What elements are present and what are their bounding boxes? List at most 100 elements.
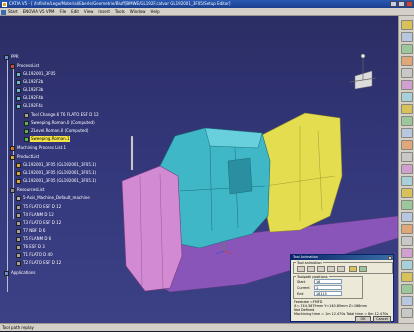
tree-item-gl192f4c[interactable]: GL192F4c	[16, 103, 44, 109]
menu-help[interactable]: Help	[151, 9, 160, 14]
tree-item-tool-t3[interactable]: T3 FLATO ESF D 12	[16, 220, 62, 226]
tree-item-gl192001[interactable]: GL192001_3F05	[16, 71, 57, 77]
tree-item-tool-t2[interactable]: T2 FLATO ESF D 12	[16, 260, 62, 266]
tool-animation-dialog: Tool Animation Tool animation Toolpath p…	[290, 254, 394, 322]
simulate-tool-icon[interactable]	[401, 212, 413, 222]
tree-item-tool-t6[interactable]: T6 ESF D 3	[16, 244, 46, 250]
play-button[interactable]	[317, 266, 325, 272]
analysis-tool-icon[interactable]	[401, 248, 413, 258]
profile-tool-icon[interactable]	[401, 92, 413, 102]
part-icon	[16, 170, 21, 176]
zlevel-icon	[24, 128, 29, 134]
tree-item-machining-process[interactable]: Machining Process List.1	[10, 145, 67, 151]
sketch-tool-icon[interactable]	[401, 32, 413, 42]
tree-item-tool-change[interactable]: Tool Change.6 T6 FLATO ESF D 12	[24, 112, 100, 118]
rewind-button[interactable]	[297, 266, 305, 272]
tree-item-tool-t1[interactable]: T1 FLATO D 40	[16, 252, 54, 258]
sweeping-icon	[24, 120, 29, 126]
current-label: Current	[297, 286, 310, 290]
tool-change-icon[interactable]	[401, 188, 413, 198]
tree-item-product-2[interactable]: GL192001_3F05 (GL192001_3F05.1)	[16, 170, 97, 176]
view-tool-icon[interactable]	[401, 272, 413, 282]
minimize-button[interactable]	[390, 1, 397, 7]
tree-item-ppr[interactable]: PPR	[4, 54, 20, 60]
contour-tool-icon[interactable]	[401, 140, 413, 150]
part-region-yellow	[259, 112, 343, 233]
tree-item-tool-t7[interactable]: T7 NBF D 6	[16, 228, 46, 234]
drill-tool-icon[interactable]	[401, 56, 413, 66]
menu-insert[interactable]: Insert	[98, 9, 109, 14]
close-window-button[interactable]	[406, 1, 413, 7]
animation-group: Tool animation	[293, 261, 393, 274]
menu-window[interactable]: Window	[130, 9, 146, 14]
tree-item-machine[interactable]: 5-Axis_Machine_Default_machine	[16, 195, 91, 201]
step-forward-button[interactable]	[327, 266, 335, 272]
window-title: CATIA V5 - [ /Infinite/Lego/Material/Ebe…	[9, 1, 231, 6]
tree-item-gl192f4b[interactable]: GL192F4b	[16, 95, 44, 101]
toolpath-positions-group: Toolpath positions Start 16 Current 1 En…	[293, 275, 363, 299]
ppr-icon	[4, 54, 9, 60]
ok-button[interactable]: OK	[355, 316, 371, 322]
dialog-title: Tool Animation	[291, 255, 393, 260]
facing-tool-icon[interactable]	[401, 104, 413, 114]
tree-item-tool-t5b[interactable]: T5 FLANM D 6	[16, 236, 52, 242]
path-display-button[interactable]	[359, 266, 367, 272]
menu-view[interactable]: View	[84, 9, 94, 14]
select-tool-icon[interactable]	[401, 20, 413, 30]
operation-tool-icon[interactable]	[401, 44, 413, 54]
pocket-tool-icon[interactable]	[401, 80, 413, 90]
menu-enovia[interactable]: ENOVIA V5 VPM	[23, 9, 55, 14]
nc-output-icon[interactable]	[401, 224, 413, 234]
tree-item-applications[interactable]: Applications	[4, 270, 36, 276]
sweeping-tool-icon[interactable]	[401, 116, 413, 126]
tree-item-zlevel-0[interactable]: ZLevel.Roman.0 (Computed)	[24, 128, 90, 134]
replay-tool-icon[interactable]	[401, 200, 413, 210]
start-field[interactable]: 16	[314, 279, 342, 284]
tree-item-gl192f2b[interactable]: GL192F2b	[16, 79, 44, 85]
operation-icon	[16, 79, 21, 85]
dialog-close-button[interactable]	[388, 255, 392, 260]
geometry-tool-icon[interactable]	[401, 68, 413, 78]
spiral-tool-icon[interactable]	[401, 176, 413, 186]
measure-tool-icon[interactable]	[401, 260, 413, 270]
menu-edit[interactable]: Edit	[71, 9, 79, 14]
tree-item-resourceslist[interactable]: ResourcesList	[10, 187, 45, 193]
tree-item-processlist[interactable]: ProcessList	[10, 63, 40, 69]
tree-item-sweeping-0[interactable]: Sweeping.Roman.0 (Computed)	[24, 120, 96, 126]
documentation-icon[interactable]	[401, 236, 413, 246]
catia-app-icon	[2, 1, 7, 7]
end-field[interactable]: 16115	[314, 291, 342, 296]
roughing-tool-icon[interactable]	[401, 164, 413, 174]
tool-display-button[interactable]	[349, 266, 357, 272]
tree-item-tool-t4[interactable]: T4 FLANM D 12	[16, 212, 55, 218]
tree-item-product-1[interactable]: GL192001_3F05 (GL192001_3F05.1)	[16, 162, 97, 168]
cutting-tool	[130, 135, 134, 171]
tree-item-productlist[interactable]: ProductList	[10, 154, 40, 160]
menu-start[interactable]: Start	[8, 9, 18, 14]
tree-item-product-3[interactable]: GL192001_3F05 (GL192001_3F05.1)	[16, 178, 97, 184]
current-field[interactable]: 1	[314, 285, 342, 290]
cancel-button[interactable]: Cancel	[373, 316, 391, 322]
zlevel-tool-icon[interactable]	[401, 128, 413, 138]
part-icon	[16, 162, 21, 168]
product-icon	[10, 154, 15, 160]
render-tool-icon[interactable]	[401, 284, 413, 294]
tree-item-tool-t5[interactable]: T5 FLATO ESF D 12	[16, 204, 62, 210]
maximize-button[interactable]	[398, 1, 405, 7]
menu-tools[interactable]: Tools	[115, 9, 125, 14]
tool-icon	[16, 236, 21, 242]
pencil-tool-icon[interactable]	[401, 152, 413, 162]
process-icon	[10, 63, 15, 69]
fast-forward-button[interactable]	[337, 266, 345, 272]
tree-item-gl192f3b[interactable]: GL192F3b	[16, 87, 44, 93]
operation-icon	[16, 71, 21, 77]
more-tools-icon[interactable]	[401, 308, 413, 318]
part-region-magenta	[121, 165, 183, 292]
tool-icon	[16, 220, 21, 226]
compass-icon[interactable]	[349, 53, 377, 90]
menu-file[interactable]: File	[59, 9, 66, 14]
tree-item-sweeping-1[interactable]: Sweeping.Roman.1	[24, 136, 71, 142]
step-back-button[interactable]	[307, 266, 315, 272]
fit-all-icon[interactable]	[401, 296, 413, 306]
start-label: Start	[297, 280, 306, 284]
